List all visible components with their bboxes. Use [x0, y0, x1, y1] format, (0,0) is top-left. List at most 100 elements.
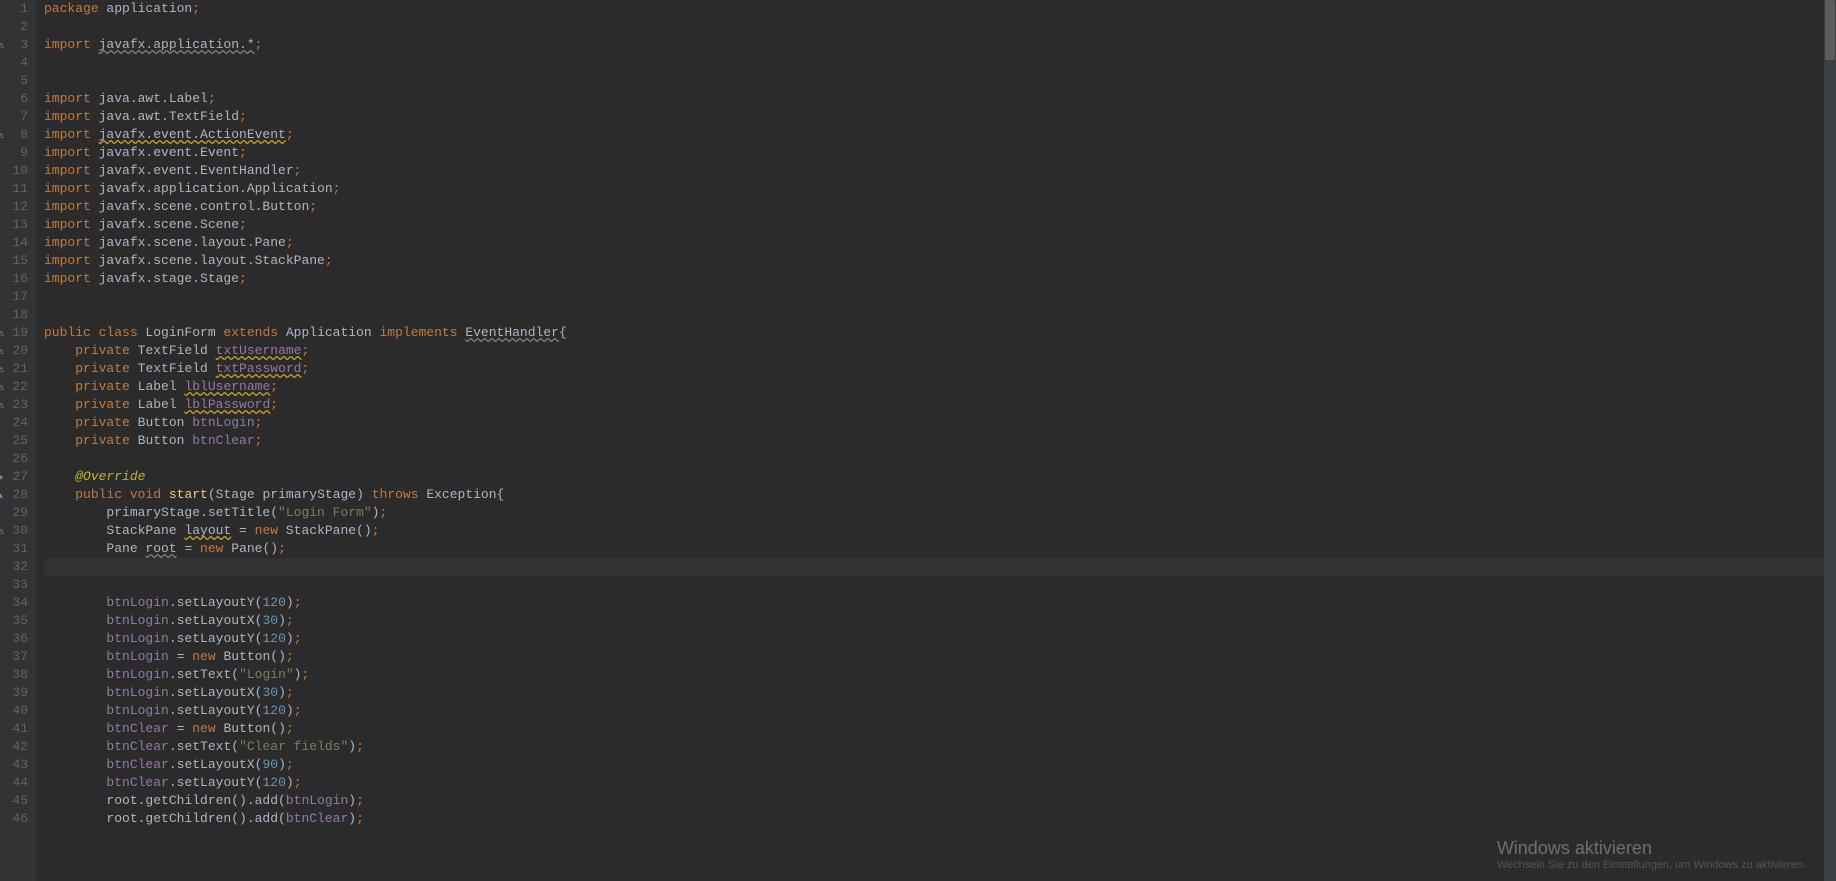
code-line[interactable]: private TextField txtUsername;	[44, 342, 1836, 360]
line-number[interactable]: 28	[0, 486, 28, 504]
code-editor[interactable]: 1234567891011121314151617181920212223242…	[0, 0, 1836, 881]
code-line[interactable]	[44, 450, 1836, 468]
line-number[interactable]: 16	[0, 270, 28, 288]
line-number[interactable]: 27	[0, 468, 28, 486]
code-line[interactable]: btnLogin = new Button();	[44, 648, 1836, 666]
code-line[interactable]	[44, 54, 1836, 72]
line-number[interactable]: 45	[0, 792, 28, 810]
line-number[interactable]: 36	[0, 630, 28, 648]
line-number[interactable]: 30	[0, 522, 28, 540]
code-line[interactable]: import javafx.event.ActionEvent;	[44, 126, 1836, 144]
code-line[interactable]: btnLogin.setLayoutY(120);	[44, 594, 1836, 612]
code-line[interactable]: root.getChildren().add(btnClear);	[44, 810, 1836, 828]
warning-icon[interactable]	[0, 324, 4, 344]
line-number[interactable]: 8	[0, 126, 28, 144]
code-line[interactable]: btnLogin.setText("Login");	[44, 666, 1836, 684]
code-line[interactable]: private Button btnClear;	[44, 432, 1836, 450]
line-number[interactable]: 22	[0, 378, 28, 396]
code-line[interactable]: import javafx.scene.control.Button;	[44, 198, 1836, 216]
line-number[interactable]: 12	[0, 198, 28, 216]
scrollbar-thumb[interactable]	[1825, 0, 1835, 60]
line-number[interactable]: 10	[0, 162, 28, 180]
warning-icon[interactable]	[0, 360, 4, 380]
code-line[interactable]: btnClear.setLayoutY(120);	[44, 774, 1836, 792]
line-number[interactable]: 43	[0, 756, 28, 774]
line-number[interactable]: 21	[0, 360, 28, 378]
line-number[interactable]: 33	[0, 576, 28, 594]
code-line[interactable]: import java.awt.TextField;	[44, 108, 1836, 126]
line-number[interactable]: 29	[0, 504, 28, 522]
line-number[interactable]: 2	[0, 18, 28, 36]
line-number[interactable]: 15	[0, 252, 28, 270]
code-line[interactable]: private Label lblUsername;	[44, 378, 1836, 396]
vertical-scrollbar[interactable]	[1824, 0, 1836, 881]
warning-icon[interactable]	[0, 126, 4, 146]
line-number[interactable]: 37	[0, 648, 28, 666]
gutter-marker-icon[interactable]	[0, 468, 3, 487]
line-number[interactable]: 46	[0, 810, 28, 828]
code-line[interactable]: btnClear.setLayoutX(90);	[44, 756, 1836, 774]
line-number[interactable]: 3	[0, 36, 28, 54]
code-line[interactable]: package application;	[44, 0, 1836, 18]
line-number[interactable]: 40	[0, 702, 28, 720]
code-line[interactable]: import javafx.event.EventHandler;	[44, 162, 1836, 180]
line-number[interactable]: 4	[0, 54, 28, 72]
code-line[interactable]: btnLogin.setLayoutY(120);	[44, 630, 1836, 648]
code-line[interactable]	[44, 576, 1836, 594]
code-line[interactable]: @Override	[44, 468, 1836, 486]
line-number[interactable]: 38	[0, 666, 28, 684]
code-area[interactable]: package application; import javafx.applic…	[36, 0, 1836, 881]
line-number[interactable]: 35	[0, 612, 28, 630]
line-number[interactable]: 25	[0, 432, 28, 450]
code-line[interactable]: btnLogin.setLayoutX(30);	[44, 612, 1836, 630]
warning-icon[interactable]	[0, 522, 4, 542]
line-number[interactable]: 19	[0, 324, 28, 342]
warning-icon[interactable]	[0, 36, 4, 56]
code-line[interactable]	[44, 18, 1836, 36]
line-number[interactable]: 23	[0, 396, 28, 414]
code-line[interactable]	[44, 558, 1836, 576]
warning-icon[interactable]	[0, 342, 4, 362]
line-number[interactable]: 1	[0, 0, 28, 18]
gutter[interactable]: 1234567891011121314151617181920212223242…	[0, 0, 36, 881]
line-number[interactable]: 5	[0, 72, 28, 90]
code-line[interactable]: btnClear = new Button();	[44, 720, 1836, 738]
warning-icon[interactable]	[0, 378, 4, 398]
line-number[interactable]: 24	[0, 414, 28, 432]
code-line[interactable]: private TextField txtPassword;	[44, 360, 1836, 378]
line-number[interactable]: 26	[0, 450, 28, 468]
code-line[interactable]: btnLogin.setLayoutX(30);	[44, 684, 1836, 702]
code-line[interactable]: import javafx.scene.layout.Pane;	[44, 234, 1836, 252]
code-line[interactable]: import javafx.stage.Stage;	[44, 270, 1836, 288]
code-line[interactable]: primaryStage.setTitle("Login Form");	[44, 504, 1836, 522]
code-line[interactable]: import java.awt.Label;	[44, 90, 1836, 108]
line-number[interactable]: 44	[0, 774, 28, 792]
line-number[interactable]: 14	[0, 234, 28, 252]
code-line[interactable]: import javafx.application.Application;	[44, 180, 1836, 198]
code-line[interactable]: Pane root = new Pane();	[44, 540, 1836, 558]
line-number[interactable]: 11	[0, 180, 28, 198]
line-number[interactable]: 17	[0, 288, 28, 306]
code-line[interactable]: import javafx.application.*;	[44, 36, 1836, 54]
override-icon[interactable]	[0, 486, 3, 506]
line-number[interactable]: 32	[0, 558, 28, 576]
code-line[interactable]: import javafx.scene.Scene;	[44, 216, 1836, 234]
code-line[interactable]	[44, 288, 1836, 306]
code-line[interactable]	[44, 306, 1836, 324]
line-number[interactable]: 34	[0, 594, 28, 612]
code-line[interactable]	[44, 72, 1836, 90]
code-line[interactable]: btnLogin.setLayoutY(120);	[44, 702, 1836, 720]
warning-icon[interactable]	[0, 396, 4, 416]
code-line[interactable]: root.getChildren().add(btnLogin);	[44, 792, 1836, 810]
code-line[interactable]: import javafx.event.Event;	[44, 144, 1836, 162]
code-line[interactable]: btnClear.setText("Clear fields");	[44, 738, 1836, 756]
line-number[interactable]: 13	[0, 216, 28, 234]
code-line[interactable]: private Button btnLogin;	[44, 414, 1836, 432]
code-line[interactable]: public void start(Stage primaryStage) th…	[44, 486, 1836, 504]
line-number[interactable]: 42	[0, 738, 28, 756]
line-number[interactable]: 18	[0, 306, 28, 324]
line-number[interactable]: 6	[0, 90, 28, 108]
line-number[interactable]: 31	[0, 540, 28, 558]
line-number[interactable]: 9	[0, 144, 28, 162]
code-line[interactable]: import javafx.scene.layout.StackPane;	[44, 252, 1836, 270]
